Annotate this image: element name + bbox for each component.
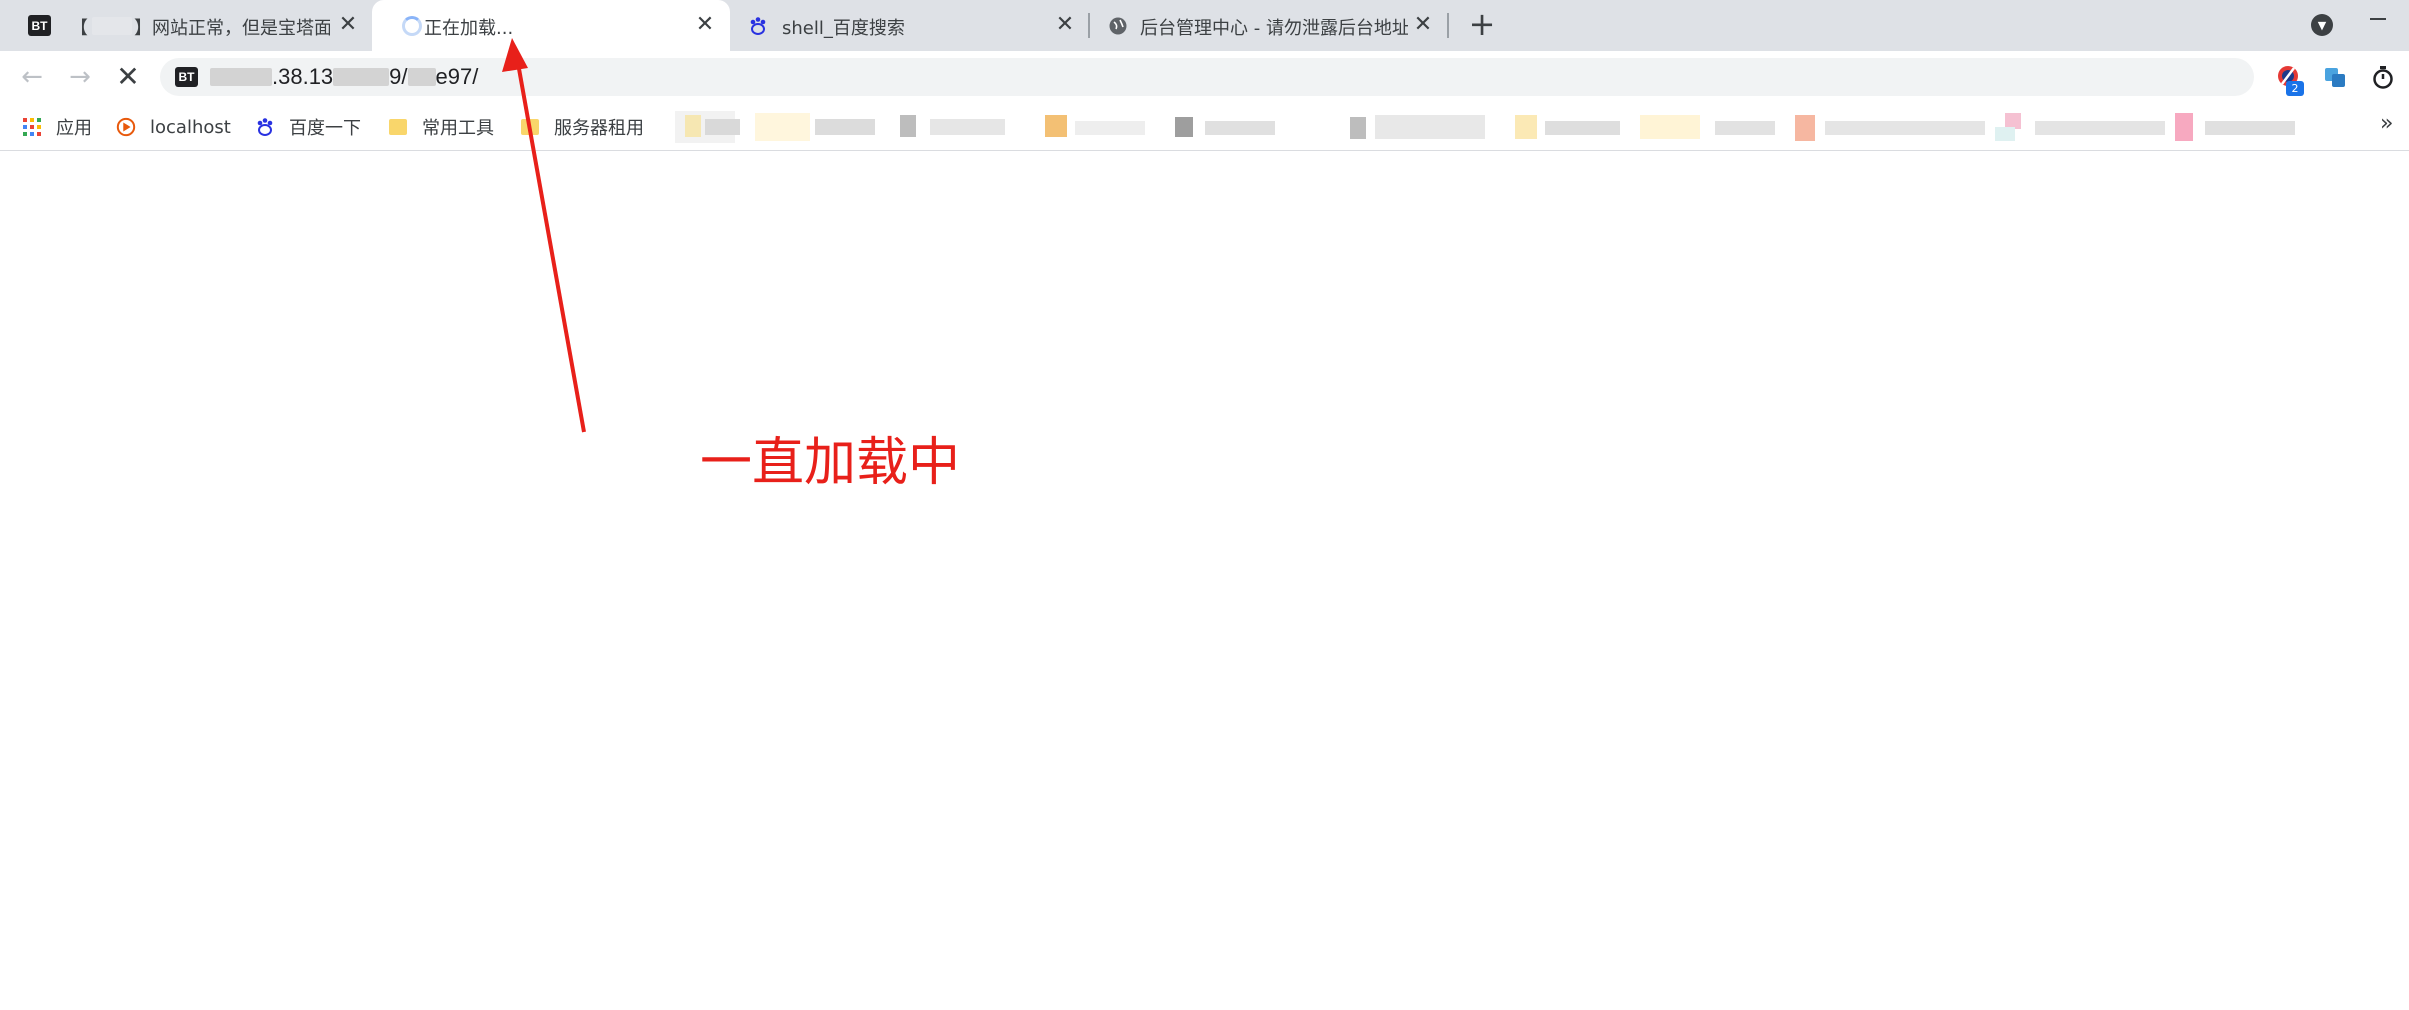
extension-badge-count: 2 [2286, 81, 2304, 96]
tab-search-icon[interactable]: ▼ [2311, 14, 2333, 36]
translate-icon[interactable] [2322, 64, 2348, 90]
forward-arrow-icon[interactable]: → [65, 62, 95, 92]
redacted-text [92, 17, 132, 35]
tab-bt-panel[interactable]: BT 【 】网站正常，但是宝塔面 ✕ [0, 0, 368, 51]
bookmarks-overflow-button[interactable]: » [2380, 111, 2393, 136]
close-tab-icon[interactable]: ✕ [1052, 12, 1078, 38]
page-content-blank: 一直加载中 [0, 152, 2409, 1010]
tab-title-prefix: 【 [70, 18, 88, 39]
redacted-text [407, 68, 436, 86]
minimize-window-icon[interactable] [2370, 18, 2386, 20]
redacted-text [333, 68, 390, 86]
annotation-label: 一直加载中 [700, 433, 961, 493]
back-arrow-icon[interactable]: ← [17, 62, 47, 92]
baidu-paw-icon [255, 117, 275, 137]
address-bar[interactable]: BT .38.13 9/e97/ [160, 58, 2254, 96]
folder-icon [388, 117, 408, 137]
timer-icon[interactable] [2370, 64, 2396, 90]
globe-icon [1106, 15, 1129, 36]
url-text[interactable]: .38.13 9/e97/ [210, 64, 478, 90]
tab-separator [1447, 13, 1449, 38]
localhost-icon [116, 117, 136, 137]
bt-badge-icon: BT [28, 15, 51, 36]
tab-title: 正在加载... [424, 18, 514, 39]
redacted-bookmarks [675, 111, 2295, 143]
stop-loading-icon[interactable]: ✕ [113, 62, 143, 92]
new-tab-button[interactable]: + [1466, 8, 1498, 41]
tab-title: 后台管理中心 - 请勿泄露后台地址 [1140, 18, 1408, 39]
tab-title: 】网站正常，但是宝塔面 [134, 18, 330, 39]
bookmarks-bar: 应用 localhost 百度一下 常用工具 服务器租用 » [0, 103, 2409, 151]
tab-baidu-search[interactable]: shell_百度搜索 ✕ [730, 0, 1088, 51]
site-info-icon[interactable]: BT [175, 67, 198, 87]
tab-admin-center[interactable]: 后台管理中心 - 请勿泄露后台地址 ✕ [1092, 0, 1446, 51]
redacted-text [210, 68, 272, 86]
browser-toolbar: ← → ✕ BT .38.13 9/e97/ 2 [0, 51, 2409, 103]
close-tab-icon[interactable]: ✕ [692, 12, 718, 38]
bookmark-folder-tools[interactable]: 常用工具 [388, 113, 494, 141]
tab-strip: BT 【 】网站正常，但是宝塔面 ✕ 正在加载... ✕ shell_百度搜索 … [0, 0, 2409, 51]
tab-loading[interactable]: 正在加载... ✕ [372, 0, 730, 51]
close-tab-icon[interactable]: ✕ [335, 12, 361, 38]
close-tab-icon[interactable]: ✕ [1410, 12, 1436, 38]
bookmark-baidu[interactable]: 百度一下 [255, 113, 361, 141]
loading-spinner-icon [400, 15, 423, 36]
baidu-paw-icon [746, 15, 769, 36]
tab-separator [1088, 13, 1090, 38]
bookmark-localhost[interactable]: localhost [116, 113, 231, 141]
apps-grid-icon [22, 117, 42, 137]
folder-icon [520, 117, 540, 137]
bookmark-apps[interactable]: 应用 [22, 113, 92, 141]
bookmark-folder-servers[interactable]: 服务器租用 [520, 113, 644, 141]
tab-title: shell_百度搜索 [782, 18, 905, 39]
